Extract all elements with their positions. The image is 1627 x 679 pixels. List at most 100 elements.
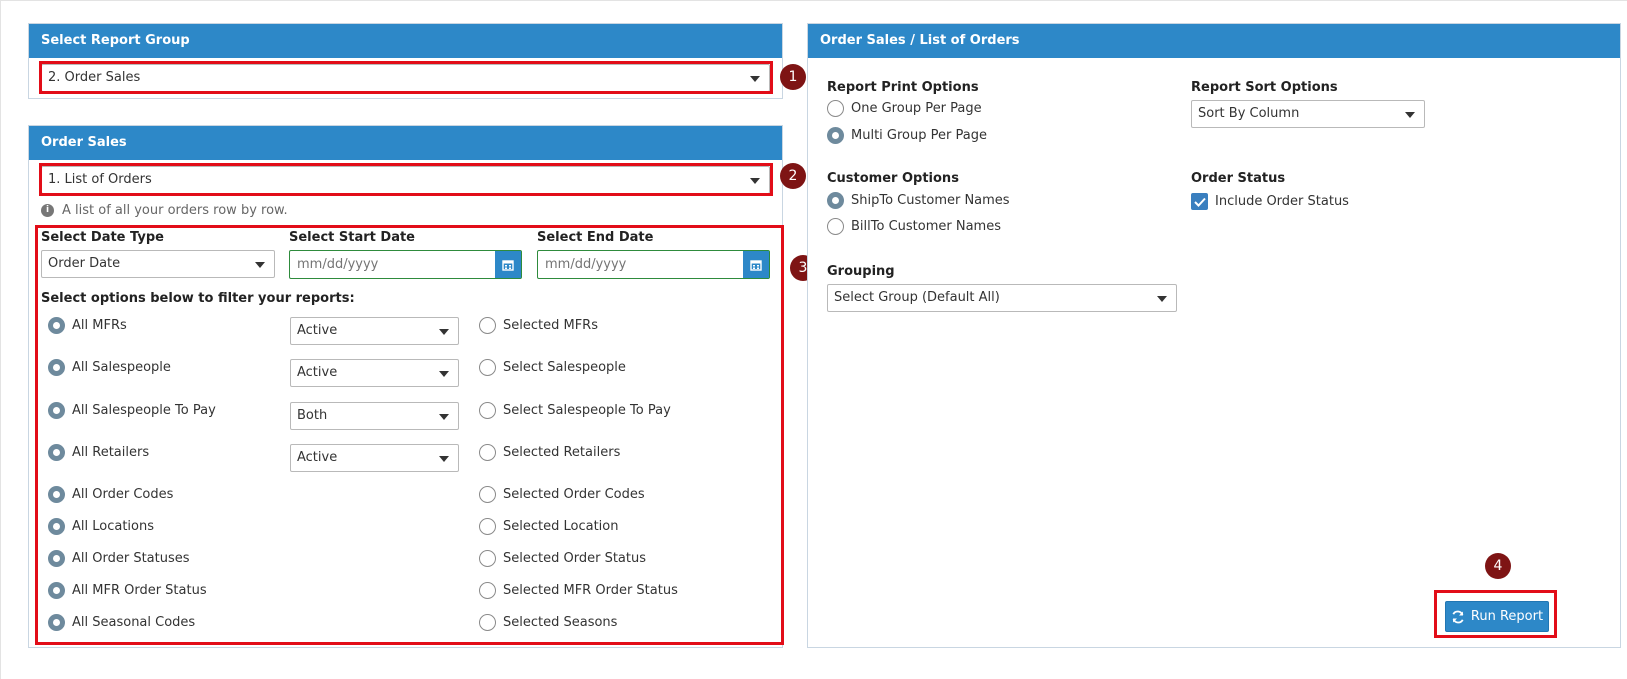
caret-down-icon <box>1157 296 1167 302</box>
report-group-select-value: 2. Order Sales <box>48 70 141 85</box>
all-mfrs-label: All MFRs <box>72 318 127 333</box>
all-retailers-radio[interactable]: All Retailers <box>48 444 149 461</box>
select-salespeople-label: Select Salespeople <box>503 360 626 375</box>
salespeople-to-pay-select[interactable]: Both <box>290 402 459 430</box>
caret-down-icon <box>750 178 760 184</box>
calendar-icon[interactable] <box>743 251 769 278</box>
radio-empty-icon <box>479 582 496 599</box>
radio-selected-icon <box>48 518 65 535</box>
caret-down-icon <box>1405 112 1415 118</box>
radio-selected-icon <box>827 127 844 144</box>
checkmark-icon <box>1191 193 1208 210</box>
multi-group-per-page-radio[interactable]: Multi Group Per Page <box>827 127 987 144</box>
all-order-codes-label: All Order Codes <box>72 487 174 502</box>
salespeople-status-select[interactable]: Active <box>290 359 459 387</box>
selected-mfr-order-status-label: Selected MFR Order Status <box>503 583 678 598</box>
selected-location-radio[interactable]: Selected Location <box>479 518 618 535</box>
grouping-value: Select Group (Default All) <box>834 290 1000 305</box>
selected-order-status-label: Selected Order Status <box>503 551 646 566</box>
run-report-button[interactable]: Run Report <box>1445 601 1549 632</box>
end-date-label: Select End Date <box>537 230 654 245</box>
print-options-label: Report Print Options <box>827 80 979 95</box>
caret-down-icon <box>439 329 449 335</box>
radio-empty-icon <box>479 550 496 567</box>
radio-selected-icon <box>48 550 65 567</box>
select-salespeople-radio[interactable]: Select Salespeople <box>479 359 626 376</box>
radio-selected-icon <box>827 192 844 209</box>
selected-order-status-radio[interactable]: Selected Order Status <box>479 550 646 567</box>
all-order-codes-radio[interactable]: All Order Codes <box>48 486 173 503</box>
caret-down-icon <box>750 76 760 82</box>
order-status-label: Order Status <box>1191 171 1286 186</box>
radio-empty-icon <box>827 218 844 235</box>
all-seasonal-codes-radio[interactable]: All Seasonal Codes <box>48 614 195 631</box>
radio-empty-icon <box>479 444 496 461</box>
selected-mfr-order-status-radio[interactable]: Selected MFR Order Status <box>479 582 678 599</box>
radio-empty-icon <box>479 486 496 503</box>
multi-group-per-page-label: Multi Group Per Page <box>851 128 987 143</box>
select-salespeople-to-pay-label: Select Salespeople To Pay <box>503 403 671 418</box>
calendar-icon[interactable] <box>495 251 521 278</box>
filter-heading: Select options below to filter your repo… <box>41 291 355 306</box>
selected-order-codes-radio[interactable]: Selected Order Codes <box>479 486 645 503</box>
caret-down-icon <box>439 414 449 420</box>
billto-customer-label: BillTo Customer Names <box>851 219 1001 234</box>
all-seasonal-codes-label: All Seasonal Codes <box>72 615 196 630</box>
all-locations-label: All Locations <box>72 519 155 534</box>
select-salespeople-to-pay-radio[interactable]: Select Salespeople To Pay <box>479 402 671 419</box>
selected-seasons-label: Selected Seasons <box>503 615 618 630</box>
radio-empty-icon <box>479 614 496 631</box>
all-mfr-order-status-label: All MFR Order Status <box>72 583 207 598</box>
report-group-panel: Select Report Group 2. Order Sales <box>28 23 783 99</box>
all-retailers-label: All Retailers <box>72 445 150 460</box>
one-group-per-page-radio[interactable]: One Group Per Page <box>827 100 982 117</box>
sort-options-select[interactable]: Sort By Column <box>1191 100 1425 128</box>
report-type-select[interactable]: 1. List of Orders <box>41 166 770 194</box>
end-date-input[interactable] <box>538 251 743 278</box>
order-sales-title: Order Sales <box>29 126 782 160</box>
report-description-text: A list of all your orders row by row. <box>62 203 288 218</box>
salespeople-status-value: Active <box>297 365 338 380</box>
start-date-label: Select Start Date <box>289 230 415 245</box>
info-icon: i <box>41 204 54 217</box>
radio-empty-icon <box>479 402 496 419</box>
mfr-status-value: Active <box>297 323 338 338</box>
all-salespeople-radio[interactable]: All Salespeople <box>48 359 171 376</box>
order-sales-panel: Order Sales 1. List of Orders i A list o… <box>28 125 783 648</box>
report-group-title: Select Report Group <box>29 24 782 58</box>
billto-customer-radio[interactable]: BillTo Customer Names <box>827 218 1001 235</box>
start-date-field <box>289 250 522 279</box>
include-order-status-checkbox[interactable]: Include Order Status <box>1191 193 1349 210</box>
all-salespeople-label: All Salespeople <box>72 360 171 375</box>
grouping-select[interactable]: Select Group (Default All) <box>827 284 1177 312</box>
caret-down-icon <box>439 371 449 377</box>
radio-empty-icon <box>479 359 496 376</box>
sort-options-label: Report Sort Options <box>1191 80 1338 95</box>
report-group-select[interactable]: 2. Order Sales <box>41 64 770 92</box>
selected-retailers-radio[interactable]: Selected Retailers <box>479 444 620 461</box>
selected-seasons-radio[interactable]: Selected Seasons <box>479 614 617 631</box>
all-order-statuses-radio[interactable]: All Order Statuses <box>48 550 190 567</box>
all-mfr-order-status-radio[interactable]: All MFR Order Status <box>48 582 207 599</box>
shipto-customer-radio[interactable]: ShipTo Customer Names <box>827 192 1010 209</box>
radio-empty-icon <box>479 518 496 535</box>
all-salespeople-to-pay-radio[interactable]: All Salespeople To Pay <box>48 402 216 419</box>
start-date-input[interactable] <box>290 251 495 278</box>
retailers-status-select[interactable]: Active <box>290 444 459 472</box>
sort-options-value: Sort By Column <box>1198 106 1300 121</box>
all-locations-radio[interactable]: All Locations <box>48 518 154 535</box>
selected-retailers-label: Selected Retailers <box>503 445 621 460</box>
grouping-label: Grouping <box>827 264 895 279</box>
selected-location-label: Selected Location <box>503 519 619 534</box>
caret-down-icon <box>439 456 449 462</box>
caret-down-icon <box>255 262 265 268</box>
mfr-status-select[interactable]: Active <box>290 317 459 345</box>
report-options-title: Order Sales / List of Orders <box>808 24 1620 58</box>
selected-mfrs-radio[interactable]: Selected MFRs <box>479 317 598 334</box>
radio-empty-icon <box>827 100 844 117</box>
date-type-select-value: Order Date <box>48 256 121 271</box>
radio-selected-icon <box>48 317 65 334</box>
date-type-select[interactable]: Order Date <box>41 250 275 278</box>
all-order-statuses-label: All Order Statuses <box>72 551 190 566</box>
all-mfrs-radio[interactable]: All MFRs <box>48 317 127 334</box>
